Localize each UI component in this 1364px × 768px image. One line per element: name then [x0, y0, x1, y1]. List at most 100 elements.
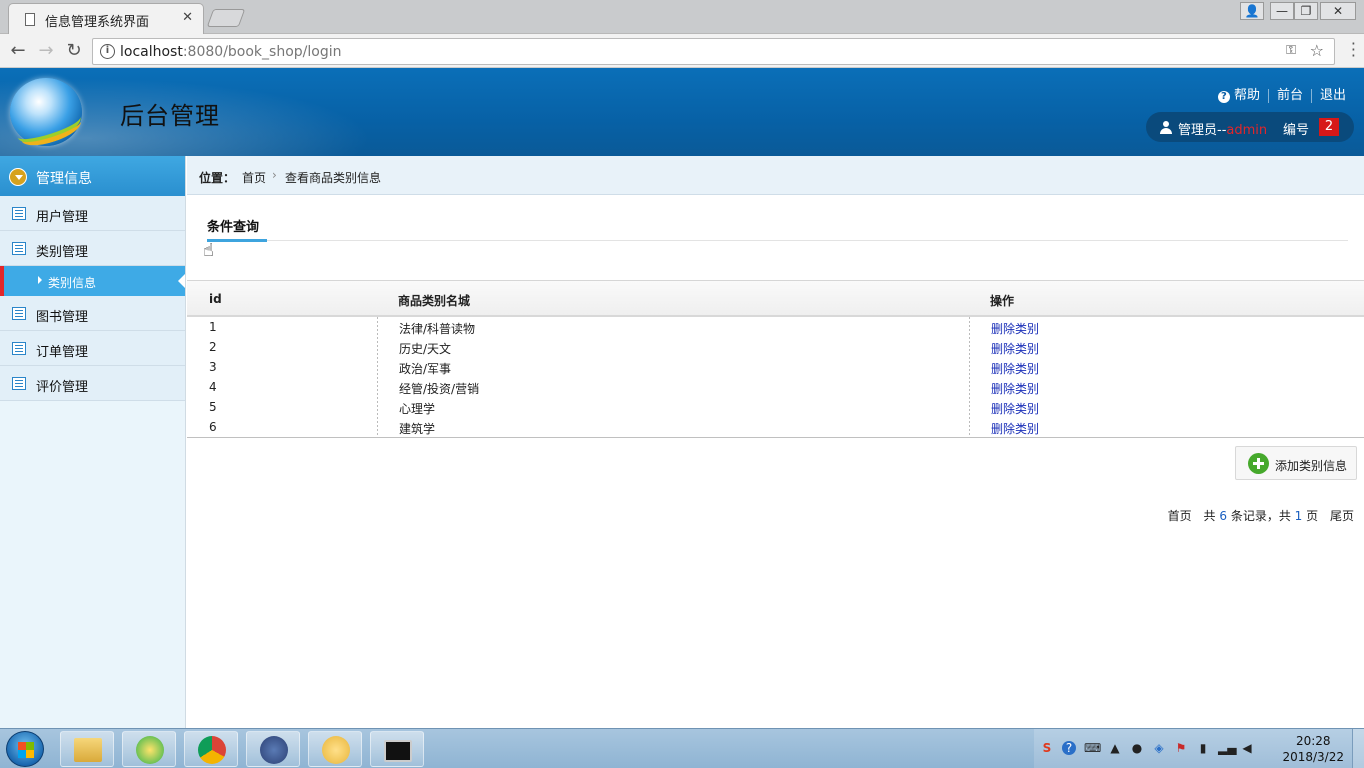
list-icon [12, 307, 26, 320]
taskbar-music-app[interactable] [122, 731, 176, 767]
taskbar-explorer[interactable] [60, 731, 114, 767]
column-header-id: id [209, 292, 222, 306]
forward-arrow-icon[interactable]: → [34, 39, 58, 63]
sidebar: 管理信息 用户管理 类别管理 类别信息 图书管理 订单管理 评价管理 [0, 156, 186, 728]
delete-category-link[interactable]: 删除类别 [991, 380, 1039, 397]
add-category-button[interactable]: 添加类别信息 [1235, 446, 1357, 480]
qq-icon[interactable]: ● [1130, 741, 1144, 755]
table-row: 3 政治/军事 删除类别 [209, 360, 1040, 377]
bookmark-star-icon[interactable]: ☆ [1310, 41, 1324, 60]
tab-divider [207, 240, 1348, 241]
browser-tab[interactable]: 信息管理系统界面 ✕ [8, 3, 204, 34]
table-row: 5 心理学 删除类别 [209, 400, 1040, 417]
delete-category-link[interactable]: 删除类别 [991, 420, 1039, 437]
show-desktop-button[interactable] [1352, 729, 1364, 768]
user-info: 管理员--admin 编号 2 [1146, 112, 1354, 142]
user-profile-icon[interactable]: 👤 [1240, 2, 1264, 20]
taskbar-chrome[interactable] [184, 731, 238, 767]
user-name: admin [1226, 123, 1268, 138]
user-role: 管理员-- [1178, 123, 1227, 138]
key-icon[interactable]: ⚿ [1286, 43, 1296, 58]
chrome-icon [198, 736, 226, 764]
table-row: 1 法律/科普读物 删除类别 [209, 320, 1040, 337]
breadcrumb-label: 位置： [199, 171, 236, 185]
url-text[interactable]: localhost:8080/book_shop/login [120, 44, 341, 60]
terminal-icon [384, 740, 412, 762]
main-content: 位置： 首页 › 查看商品类别信息 条件查询 ☝ id 商品类别名城 操作 1 … [187, 156, 1364, 728]
folder-icon [74, 738, 102, 762]
first-page-link[interactable]: 首页 [1168, 509, 1192, 523]
delete-category-link[interactable]: 删除类别 [991, 340, 1039, 357]
column-header-ops: 操作 [990, 294, 1015, 308]
os-taskbar: S ? ⌨ ▲ ● ◈ ⚑ ▮ ▂▄ ◀ 20:28 2018/3/22 [0, 728, 1364, 768]
total-pages: 1 [1294, 509, 1303, 523]
network-icon[interactable]: ▂▄ [1218, 741, 1236, 755]
list-icon [12, 377, 26, 390]
system-tray: S ? ⌨ ▲ ● ◈ ⚑ ▮ ▂▄ ◀ 20:28 2018/3/22 [1034, 729, 1364, 768]
shield-icon[interactable]: ◈ [1152, 741, 1166, 755]
taskbar-app[interactable] [308, 731, 362, 767]
flag-icon[interactable]: ⚑ [1174, 741, 1188, 755]
sidebar-header[interactable]: 管理信息 [0, 156, 185, 196]
browser-menu-icon[interactable]: · · · [1351, 36, 1356, 64]
user-icon [1160, 121, 1172, 134]
tab-title: 信息管理系统界面 [45, 15, 150, 30]
clock-date: 2018/3/22 [1282, 750, 1344, 764]
delete-category-link[interactable]: 删除类别 [991, 320, 1039, 337]
start-button[interactable] [6, 731, 44, 767]
sidebar-subitem-category-info[interactable]: 类别信息 [0, 266, 185, 296]
taskbar-eclipse[interactable] [246, 731, 300, 767]
help-icon: ? [1217, 91, 1230, 103]
breadcrumb-home-link[interactable]: 首页 [242, 169, 266, 186]
user-number-badge: 2 [1319, 118, 1339, 136]
new-tab-button[interactable] [206, 9, 246, 27]
total-records: 6 [1219, 509, 1227, 523]
tab-conditional-query[interactable]: 条件查询 [207, 216, 259, 235]
tray-expand-icon[interactable]: ▲ [1108, 741, 1122, 755]
reload-icon[interactable]: ↻ [62, 39, 86, 63]
top-links: ? 帮助 前台 退出 [1217, 84, 1346, 103]
last-page-link[interactable]: 尾页 [1330, 509, 1354, 523]
tab-close-icon[interactable]: ✕ [182, 10, 193, 25]
sidebar-item-orders[interactable]: 订单管理 [0, 331, 185, 366]
close-window-button[interactable]: ✕ [1320, 2, 1356, 20]
clock-time: 20:28 [1295, 734, 1331, 748]
front-link[interactable]: 前台 [1277, 84, 1303, 103]
sidebar-item-users[interactable]: 用户管理 [0, 196, 185, 231]
address-bar[interactable]: i localhost:8080/book_shop/login ⚿ ☆ [92, 38, 1335, 65]
sidebar-item-books[interactable]: 图书管理 [0, 296, 185, 331]
app-icon [322, 736, 350, 764]
table-row: 2 历史/天文 删除类别 [209, 340, 1040, 357]
taskbar-cmd[interactable] [370, 731, 424, 767]
windows-logo-icon [18, 742, 34, 758]
active-notch [178, 274, 185, 288]
volume-icon[interactable]: ◀ [1240, 741, 1254, 755]
minimize-button[interactable]: — [1270, 2, 1294, 20]
sidebar-item-categories[interactable]: 类别管理 [0, 231, 185, 266]
list-icon [12, 242, 26, 255]
delete-category-link[interactable]: 删除类别 [991, 400, 1039, 417]
ide-icon [260, 736, 288, 764]
delete-category-link[interactable]: 删除类别 [991, 360, 1039, 377]
keyboard-icon[interactable]: ⌨ [1084, 741, 1101, 755]
site-info-icon[interactable]: i [100, 44, 115, 59]
pagination: 首页 共 6 条记录，共 1 页 尾页 [1167, 509, 1354, 523]
logout-link[interactable]: 退出 [1320, 84, 1346, 103]
browser-toolbar: ← → ↻ i localhost:8080/book_shop/login ⚿… [0, 34, 1364, 68]
back-arrow-icon[interactable]: ← [6, 39, 30, 63]
list-icon [12, 342, 26, 355]
app-title: 后台管理 [120, 102, 220, 130]
sidebar-item-reviews[interactable]: 评价管理 [0, 366, 185, 401]
table-header: id 商品类别名城 操作 [187, 281, 1364, 317]
help-link[interactable]: ? 帮助 [1217, 84, 1260, 103]
caret-right-icon [38, 276, 42, 284]
input-method-icon[interactable]: S [1040, 741, 1054, 755]
maximize-button[interactable]: ❐ [1294, 2, 1318, 20]
page-icon [25, 13, 35, 26]
usb-icon[interactable]: ▮ [1196, 741, 1210, 755]
help-tray-icon[interactable]: ? [1062, 741, 1076, 755]
column-header-name: 商品类别名城 [398, 294, 471, 308]
breadcrumb-current: 查看商品类别信息 [285, 171, 382, 185]
collapse-icon [9, 168, 27, 186]
clock[interactable]: 20:28 2018/3/22 [1282, 733, 1344, 765]
